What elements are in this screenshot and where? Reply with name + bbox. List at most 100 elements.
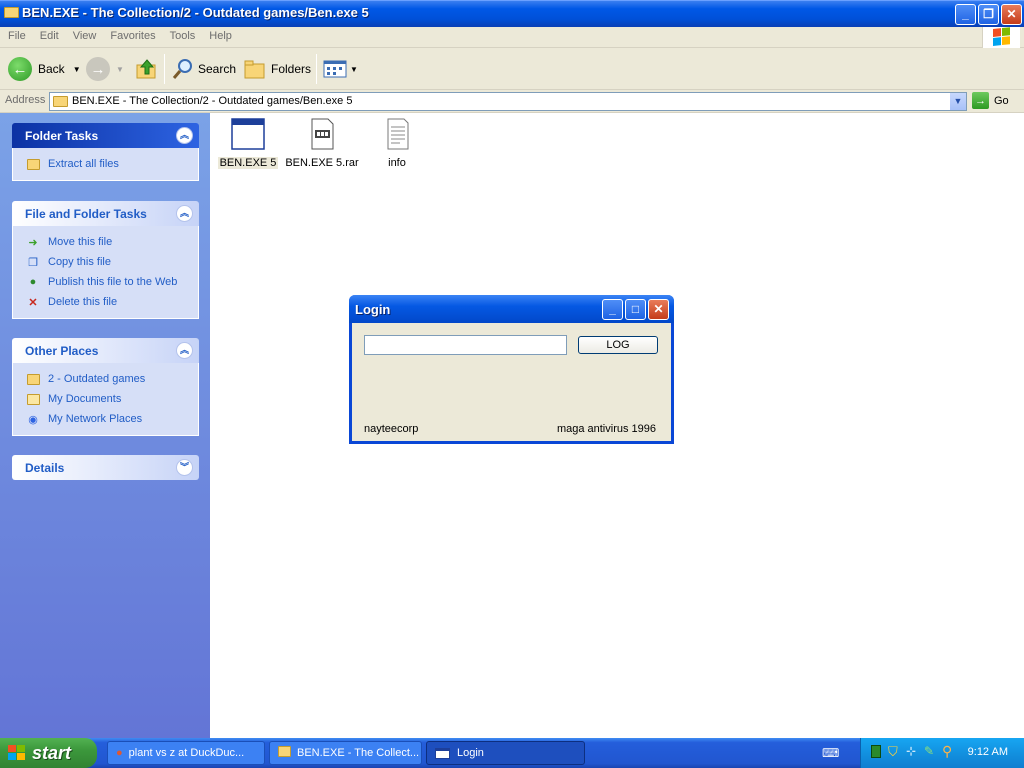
windows-flag-icon [8, 745, 25, 760]
go-label: Go [994, 94, 1009, 107]
link-label: 2 - Outdated games [48, 373, 146, 385]
taskbar-button-browser[interactable]: ● plant vs z at DuckDuc... [107, 741, 265, 765]
keyboard-icon[interactable]: ⌨ [822, 746, 839, 760]
link-label: Publish this file to the Web [48, 276, 178, 288]
collapse-icon[interactable]: ︽ [176, 342, 193, 359]
start-label: start [32, 742, 72, 763]
dropdown-arrow-icon[interactable]: ▼ [73, 65, 81, 74]
close-button[interactable]: ✕ [648, 299, 669, 320]
my-network-places-link[interactable]: ◉ My Network Places [13, 409, 198, 429]
taskbar-button-explorer[interactable]: BEN.EXE - The Collect... [269, 741, 422, 765]
login-dialog: Login _ □ ✕ LOG nayteecorp maga antiviru… [349, 295, 674, 444]
folder-tasks-panel: Folder Tasks ︽ Extract all files [12, 123, 199, 181]
forward-button[interactable]: → ▼ [86, 56, 124, 82]
address-input[interactable]: BEN.EXE - The Collection/2 - Outdated ga… [49, 92, 967, 111]
restore-button[interactable]: ❐ [978, 4, 999, 25]
other-places-header[interactable]: Other Places ︽ [12, 338, 199, 363]
window-icon [435, 747, 450, 759]
search-button[interactable]: Search [172, 56, 236, 82]
up-folder-icon [136, 59, 156, 79]
taskbar-button-login[interactable]: Login [426, 741, 585, 765]
address-dropdown-button[interactable]: ▼ [950, 93, 966, 110]
shield-icon[interactable]: ⛉ [888, 744, 898, 760]
file-item[interactable]: BEN.EXE 5 [208, 117, 288, 169]
minimize-button[interactable]: _ [955, 4, 976, 25]
expand-icon[interactable]: ︾ [176, 459, 193, 476]
my-documents-link[interactable]: My Documents [13, 389, 198, 409]
collapse-icon[interactable]: ︽ [176, 127, 193, 144]
details-panel: Details ︾ [12, 455, 199, 480]
address-value: BEN.EXE - The Collection/2 - Outdated ga… [72, 95, 353, 107]
login-input[interactable] [364, 335, 567, 355]
up-folder-button[interactable] [136, 56, 158, 82]
minimize-button[interactable]: _ [602, 299, 623, 320]
window-titlebar[interactable]: BEN.EXE - The Collection/2 - Outdated ga… [0, 0, 1024, 27]
forward-arrow-icon: → [86, 57, 110, 81]
menu-tools[interactable]: Tools [162, 27, 202, 42]
folder-icon [4, 7, 19, 21]
go-button[interactable]: → Go [972, 92, 1009, 109]
publish-web-link[interactable]: ● Publish this file to the Web [13, 272, 198, 292]
copy-file-link[interactable]: ❐ Copy this file [13, 252, 198, 272]
footer-right-text: maga antivirus 1996 [556, 423, 656, 435]
taskbar: start ● plant vs z at DuckDuc... BEN.EXE … [0, 738, 1024, 768]
menu-favorites[interactable]: Favorites [102, 27, 161, 42]
extract-icon [25, 157, 41, 171]
details-header[interactable]: Details ︾ [12, 455, 199, 480]
file-label: BEN.EXE 5.rar [285, 157, 359, 169]
connection-icon[interactable]: ✎ [924, 744, 934, 758]
search-label: Search [198, 62, 237, 76]
application-icon [231, 117, 265, 151]
menu-bar: File Edit View Favorites Tools Help [0, 27, 1024, 48]
views-icon [323, 60, 347, 78]
address-bar: Address BEN.EXE - The Collection/2 - Out… [0, 90, 1024, 113]
panel-title: Folder Tasks [25, 129, 99, 143]
move-icon: ➜ [28, 236, 38, 249]
back-button[interactable]: ← Back ▼ [8, 56, 81, 82]
task-label: BEN.EXE - The Collect... [297, 747, 420, 759]
folder-icon [53, 96, 68, 113]
back-arrow-icon: ← [8, 57, 32, 81]
network-icon[interactable]: ⊹ [906, 744, 916, 758]
panel-title: Details [25, 461, 65, 475]
outdated-games-link[interactable]: 2 - Outdated games [13, 369, 198, 389]
login-titlebar[interactable]: Login _ □ ✕ [349, 295, 674, 323]
dropdown-arrow-icon[interactable]: ▼ [350, 65, 358, 74]
link-label: My Network Places [48, 413, 143, 425]
file-item[interactable]: BEN.EXE 5.rar [282, 117, 362, 169]
extract-all-files-link[interactable]: Extract all files [13, 154, 198, 174]
maximize-button[interactable]: □ [625, 299, 646, 320]
file-label: info [388, 157, 406, 169]
folder-icon [278, 746, 291, 760]
start-button[interactable]: start [0, 738, 97, 768]
window-title: BEN.EXE - The Collection/2 - Outdated ga… [22, 5, 369, 20]
menu-view[interactable]: View [65, 27, 103, 42]
menu-file[interactable]: File [0, 27, 32, 42]
file-item[interactable]: info [357, 117, 437, 169]
search-icon[interactable]: ⚲ [942, 743, 952, 760]
go-arrow-icon: → [972, 92, 989, 109]
panel-title: File and Folder Tasks [25, 207, 147, 221]
globe-icon: ● [29, 276, 37, 288]
task-pane: Folder Tasks ︽ Extract all files File and… [0, 113, 210, 738]
folders-icon [244, 60, 265, 79]
menu-help[interactable]: Help [201, 27, 238, 42]
archive-icon [305, 117, 339, 151]
move-file-link[interactable]: ➜ Move this file [13, 232, 198, 252]
views-button[interactable]: ▼ [323, 56, 358, 82]
task-label: Login [457, 747, 484, 759]
log-button[interactable]: LOG [578, 336, 658, 354]
menu-edit[interactable]: Edit [32, 27, 65, 42]
tray-app-icon[interactable] [871, 745, 881, 758]
delete-file-link[interactable]: ✕ Delete this file [13, 292, 198, 312]
address-label: Address [5, 94, 46, 106]
dropdown-arrow-icon[interactable]: ▼ [116, 65, 124, 74]
close-button[interactable]: ✕ [1001, 4, 1022, 25]
delete-icon: ✕ [28, 296, 38, 309]
network-icon: ◉ [28, 413, 38, 426]
folder-tasks-header[interactable]: Folder Tasks ︽ [12, 123, 199, 148]
file-folder-tasks-header[interactable]: File and Folder Tasks ︽ [12, 201, 199, 226]
folders-button[interactable]: Folders [243, 56, 311, 82]
back-label: Back [38, 62, 65, 76]
collapse-icon[interactable]: ︽ [176, 205, 193, 222]
